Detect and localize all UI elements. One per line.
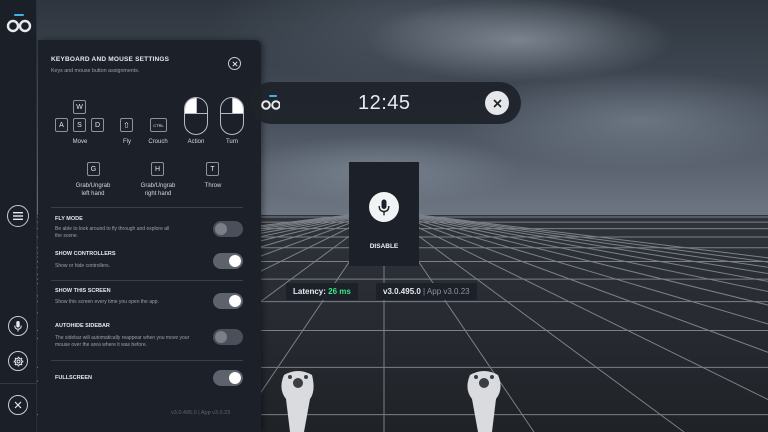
mouse-divider — [196, 98, 197, 113]
key-ctrl: CTRL — [150, 118, 167, 132]
microphone-toggle[interactable] — [369, 192, 399, 222]
settings-button[interactable] — [8, 351, 28, 371]
key-h: H — [151, 162, 164, 176]
microphone-button[interactable] — [8, 316, 28, 336]
grab-left-label: Grab/Ungrab left hand — [75, 183, 111, 197]
app-version: | App v3.0.23 — [423, 287, 470, 296]
show-this-screen-title: SHOW THIS SCREEN — [55, 288, 111, 294]
keyboard-mouse-settings-panel: KEYBOARD AND MOUSE SETTINGS Keys and mou… — [38, 40, 261, 432]
latency-value: 26 ms — [328, 287, 351, 296]
grab-right-label: Grab/Ungrab right hand — [140, 183, 176, 197]
move-label: Move — [72, 139, 88, 145]
latency-label: Latency: — [293, 287, 326, 296]
disable-label: DISABLE — [369, 243, 399, 250]
show-this-screen-description: Show this screen every time you open the… — [55, 299, 159, 305]
mouse-divider — [232, 98, 233, 113]
latency-chip: Latency: 26 ms — [286, 283, 358, 300]
key-d: D — [91, 118, 104, 132]
app-logo-icon — [261, 95, 280, 110]
fullscreen-toggle[interactable] — [213, 370, 243, 386]
section-divider — [51, 207, 243, 208]
panel-subtitle: Keys and mouse button assignments. — [51, 68, 140, 74]
server-version: v3.0.495.0 — [383, 287, 421, 296]
section-divider — [51, 360, 243, 361]
toggle-knob — [229, 295, 241, 307]
right-controller — [467, 371, 501, 432]
key-t: T — [206, 162, 219, 176]
menu-button[interactable] — [7, 205, 29, 227]
microphone-disable-card[interactable]: DISABLE — [349, 162, 419, 266]
left-toolbar — [0, 0, 37, 432]
toggle-knob — [229, 372, 241, 384]
fly-mode-toggle[interactable] — [213, 221, 243, 237]
section-divider — [51, 280, 243, 281]
close-icon — [492, 98, 502, 108]
autohide-sidebar-title: AUTOHIDE SIDEBAR — [55, 323, 110, 329]
panel-version-text: v3.0.495.0 | App v3.0.23 — [171, 410, 231, 416]
gear-icon — [13, 356, 23, 366]
right-button-highlight — [233, 98, 243, 113]
app-logo-icon — [6, 14, 32, 33]
key-w: W — [73, 100, 86, 114]
topbar-close-button[interactable] — [485, 91, 509, 115]
close-icon — [14, 401, 22, 409]
microphone-icon — [378, 199, 390, 215]
mouse-right-click-icon — [220, 97, 244, 135]
action-label: Action — [187, 139, 205, 145]
autohide-sidebar-description: The sidebar will automatically reappear … — [55, 335, 190, 348]
mouse-divider — [185, 113, 207, 114]
microphone-icon — [14, 320, 22, 331]
toggle-knob — [229, 255, 241, 267]
mouse-left-click-icon — [184, 97, 208, 135]
exit-button[interactable] — [8, 395, 28, 415]
fly-mode-description: Be able to look around to fly through an… — [55, 226, 170, 239]
mouse-divider — [221, 113, 243, 114]
version-chip: v3.0.495.0 | App v3.0.23 — [376, 283, 477, 300]
throw-label: Throw — [204, 183, 222, 189]
show-controllers-title: SHOW CONTROLLERS — [55, 251, 116, 257]
crouch-label: Crouch — [148, 139, 168, 145]
toolbar-divider — [0, 383, 37, 384]
toggle-knob — [215, 331, 227, 343]
show-controllers-description: Show or hide controllers. — [55, 263, 111, 269]
top-status-bar: 12:45 — [250, 82, 521, 124]
clock-time: 12:45 — [358, 92, 411, 114]
key-s: S — [73, 118, 86, 132]
left-controller — [281, 371, 314, 432]
fly-mode-title: FLY MODE — [55, 216, 83, 222]
key-g: G — [87, 162, 100, 176]
turn-label: Turn — [225, 139, 239, 145]
autohide-sidebar-toggle[interactable] — [213, 329, 243, 345]
close-icon — [231, 60, 238, 67]
show-controllers-toggle[interactable] — [213, 253, 243, 269]
panel-close-button[interactable] — [228, 57, 241, 70]
panel-title: KEYBOARD AND MOUSE SETTINGS — [51, 56, 170, 63]
toggle-knob — [215, 223, 227, 235]
hamburger-menu-icon — [13, 212, 23, 220]
key-a: A — [55, 118, 68, 132]
key-shift: ⇧ — [120, 118, 133, 132]
fullscreen-title: FULLSCREEN — [55, 375, 92, 381]
show-this-screen-toggle[interactable] — [213, 293, 243, 309]
